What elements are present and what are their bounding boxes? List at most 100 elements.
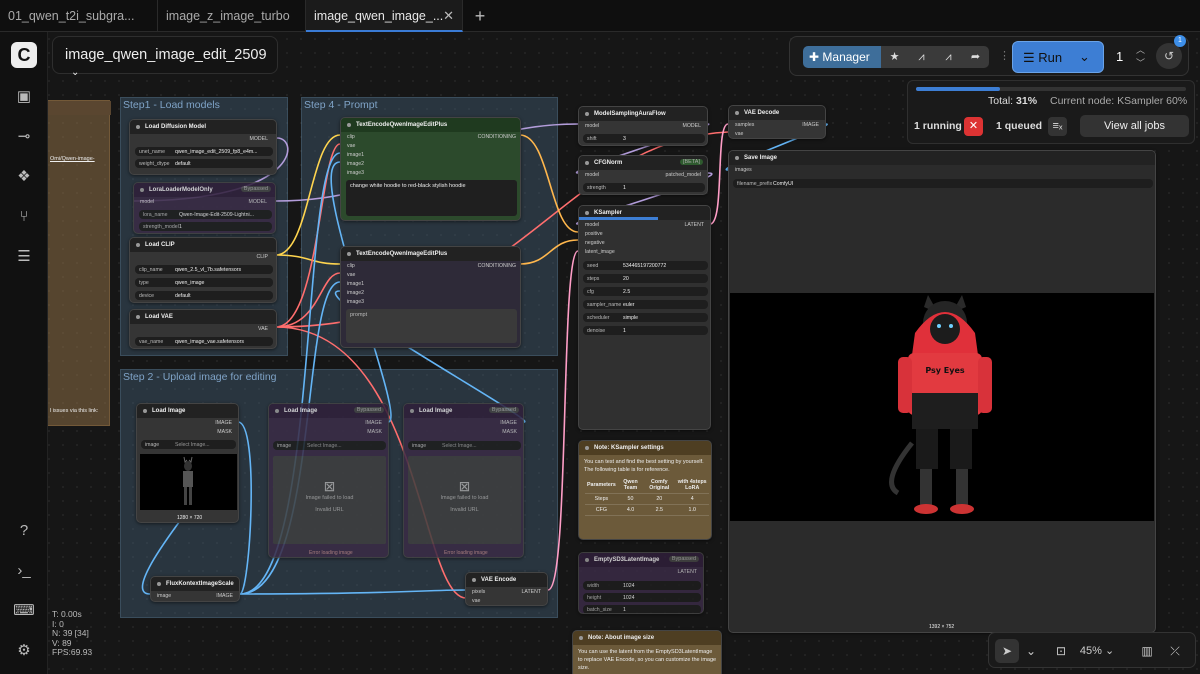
widget-cfg[interactable]: cfg 2.5 xyxy=(583,287,708,296)
tool-dropdown[interactable]: ⌄ xyxy=(1019,639,1043,663)
node-vae-decode[interactable]: VAE Decode samples vae IMAGE xyxy=(728,105,826,139)
output-vae[interactable]: VAE xyxy=(258,326,268,332)
close-tab-icon[interactable]: ✕ xyxy=(443,0,454,30)
output-latent[interactable]: LATENT xyxy=(677,569,697,575)
output-image[interactable]: IMAGE xyxy=(365,420,382,426)
share-button[interactable]: ➦ xyxy=(962,46,989,68)
output-image[interactable]: IMAGE xyxy=(215,420,232,426)
keyboard-icon[interactable]: ⌨ xyxy=(13,600,35,622)
node-model-sampling-auraflow[interactable]: ModelSamplingAuraFlow model MODEL shift 3 xyxy=(578,106,708,146)
node-load-clip[interactable]: Load CLIP CLIP clip_name qwen_2.5_vl_7b.s… xyxy=(129,237,277,303)
select-tool-button[interactable]: ➤ xyxy=(995,639,1019,663)
input-samples[interactable]: samples xyxy=(735,122,754,128)
model-alt-button[interactable]: ⩘ xyxy=(935,46,962,68)
widget-lora-name[interactable]: lora_name Qwen-Image-Edit-2509-Lightni... xyxy=(139,210,272,219)
input-model[interactable]: model xyxy=(140,199,154,205)
node-load-image-2[interactable]: Load Image Bypassed IMAGE MASK image Sele… xyxy=(268,403,389,558)
workflows-icon[interactable]: ⑂ xyxy=(13,206,35,228)
tab-workflow-1[interactable]: 01_qwen_t2i_subgra... xyxy=(0,0,158,32)
input-image[interactable]: image xyxy=(157,593,171,599)
input-clip[interactable]: clip xyxy=(347,263,355,269)
prompt-textarea[interactable]: change white hoodie to red-black stylish… xyxy=(346,180,517,216)
input-model[interactable]: model xyxy=(585,172,599,178)
help-icon[interactable]: ? xyxy=(13,520,35,542)
widget-strength-model[interactable]: strength_model 1 xyxy=(139,222,272,231)
widget-scheduler[interactable]: scheduler simple xyxy=(583,313,708,322)
link-visibility-button[interactable]: ⤫ xyxy=(1163,639,1187,663)
widget-device[interactable]: device default xyxy=(135,291,273,300)
widget-image-upload[interactable]: image Select Image... xyxy=(273,441,386,450)
fit-view-button[interactable]: ⊡ xyxy=(1049,639,1073,663)
input-image2[interactable]: image2 xyxy=(347,161,364,167)
widget-batch-size[interactable]: batch_size 1 xyxy=(583,605,701,613)
node-load-image-3[interactable]: Load Image Bypassed IMAGE MASK image Sele… xyxy=(403,403,524,558)
widget-filename-prefix[interactable]: filename_prefix ComfyUI xyxy=(733,179,1153,188)
output-patched-model[interactable]: patched_model xyxy=(666,172,701,178)
input-vae[interactable]: vae xyxy=(472,598,480,604)
widget-sampler-name[interactable]: sampler_name euler xyxy=(583,300,708,309)
widget-type[interactable]: type qwen_image xyxy=(135,278,273,287)
input-image3[interactable]: image3 xyxy=(347,299,364,305)
input-pixels[interactable]: pixels xyxy=(472,589,485,595)
model-library-icon[interactable]: ❖ xyxy=(13,166,35,188)
widget-height[interactable]: height 1024 xyxy=(583,593,701,602)
node-lora-loader[interactable]: LoraLoaderModelOnly Bypassed model MODEL… xyxy=(133,182,276,234)
output-mask[interactable]: MASK xyxy=(217,429,232,435)
input-positive[interactable]: positive xyxy=(585,231,603,237)
node-empty-sd3-latent-image[interactable]: EmptySD3LatentImage Bypassed LATENT widt… xyxy=(578,552,704,614)
comfy-logo[interactable]: C xyxy=(11,42,37,68)
output-image[interactable]: IMAGE xyxy=(216,593,233,599)
batch-count-input[interactable]: 1 ︿ ﹀ xyxy=(1112,41,1148,73)
node-library-icon[interactable]: ⊸ xyxy=(13,126,35,148)
widget-strength[interactable]: strength 1 xyxy=(583,183,705,192)
new-tab-button[interactable]: + xyxy=(463,0,497,31)
manager-button[interactable]: ✚ Manager xyxy=(803,46,881,68)
output-model[interactable]: MODEL xyxy=(683,123,701,129)
input-image1[interactable]: image1 xyxy=(347,152,364,158)
widget-width[interactable]: width 1024 xyxy=(583,581,701,590)
widget-shift[interactable]: shift 3 xyxy=(583,134,705,143)
input-vae[interactable]: vae xyxy=(735,131,743,137)
input-image1[interactable]: image1 xyxy=(347,281,364,287)
node-load-vae[interactable]: Load VAE VAE vae_name qwen_image_vae.safe… xyxy=(129,309,277,349)
prompt-textarea[interactable]: prompt xyxy=(346,309,517,343)
output-model[interactable]: MODEL xyxy=(249,199,267,205)
settings-icon[interactable]: ⚙ xyxy=(13,640,35,662)
output-image[interactable]: IMAGE xyxy=(500,420,517,426)
note-link[interactable]: Omi/Qwen-image- xyxy=(50,155,95,163)
chevron-down-icon[interactable]: ⌄ xyxy=(1079,49,1090,65)
widget-image-upload[interactable]: image Select Image... xyxy=(141,440,236,449)
node-save-image[interactable]: Save Image images filename_prefix ComfyUI xyxy=(728,150,1156,633)
note-image-size[interactable]: Note: About image size You can use the l… xyxy=(572,630,722,674)
note-ksampler-settings[interactable]: Note: KSampler settings You can test and… xyxy=(578,440,712,540)
output-clip[interactable]: CLIP xyxy=(256,254,268,260)
input-model[interactable]: model xyxy=(585,123,599,129)
widget-clip-name[interactable]: clip_name qwen_2.5_vl_7b.safetensors xyxy=(135,265,273,274)
node-flux-kontext-image-scale[interactable]: FluxKontextImageScale image IMAGE xyxy=(150,576,240,602)
output-mask[interactable]: MASK xyxy=(367,429,382,435)
input-clip[interactable]: clip xyxy=(347,134,355,140)
output-conditioning[interactable]: CONDITIONING xyxy=(478,263,516,269)
input-images[interactable]: images xyxy=(735,167,752,173)
clear-queue-button[interactable]: ≡ₓ xyxy=(1048,117,1067,136)
widget-weight-dtype[interactable]: weight_dtype default xyxy=(135,159,273,168)
run-button[interactable]: ☰ Run ⌄ xyxy=(1012,41,1104,73)
output-mask[interactable]: MASK xyxy=(502,429,517,435)
output-conditioning[interactable]: CONDITIONING xyxy=(478,134,516,140)
input-vae[interactable]: vae xyxy=(347,272,355,278)
input-latent-image[interactable]: latent_image xyxy=(585,249,615,255)
model-button[interactable]: ⩘ xyxy=(908,46,935,68)
tab-workflow-3[interactable]: image_qwen_image_... ✕ xyxy=(306,0,463,32)
node-text-encode-positive[interactable]: TextEncodeQwenImageEditPlus clip vae ima… xyxy=(340,117,521,221)
node-load-image[interactable]: Load Image IMAGE MASK image Select Image.… xyxy=(136,403,239,523)
terminal-icon[interactable]: ›_ xyxy=(13,560,35,582)
node-load-diffusion-model[interactable]: Load Diffusion Model MODEL unet_name qwen… xyxy=(129,119,277,175)
node-cfgnorm[interactable]: CFGNorm [BETA] model patched_model stren… xyxy=(578,155,708,195)
node-ksampler[interactable]: KSampler model positive negative latent_… xyxy=(578,205,711,430)
note-left[interactable]: Omi/Qwen-image- l issues via this link: xyxy=(47,100,111,426)
widget-steps[interactable]: steps 20 xyxy=(583,274,708,283)
output-model[interactable]: MODEL xyxy=(250,136,268,142)
input-vae[interactable]: vae xyxy=(347,143,355,149)
output-image[interactable]: IMAGE xyxy=(802,122,819,128)
widget-vae-name[interactable]: vae_name qwen_image_vae.safetensors xyxy=(135,337,273,346)
